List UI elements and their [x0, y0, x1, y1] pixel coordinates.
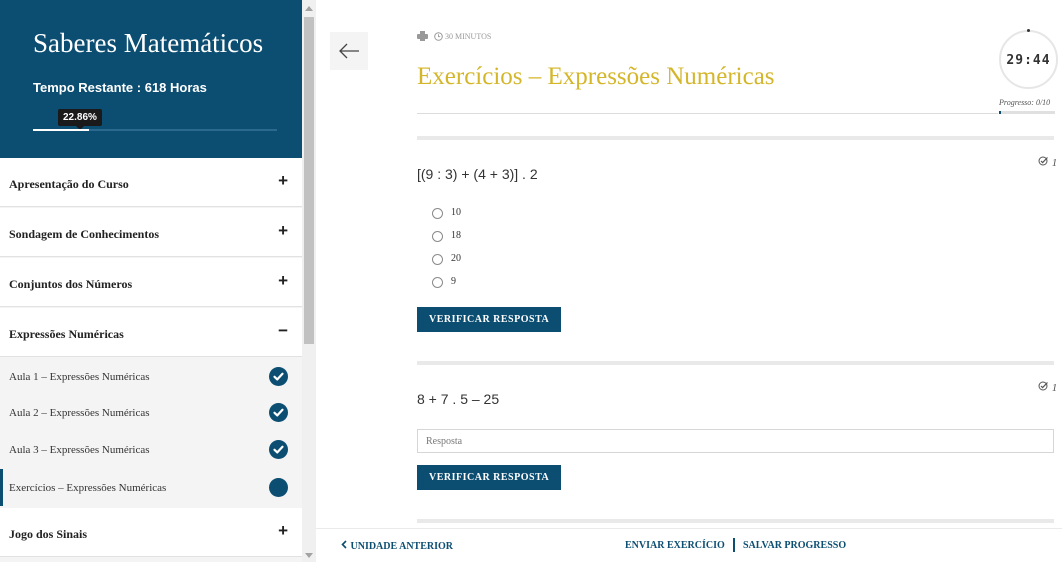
- exercise-meta: 30 MINUTOS: [417, 31, 491, 43]
- timer-indicator: [1027, 29, 1030, 32]
- lesson-label: Aula 2 – Expressões Numéricas: [9, 407, 150, 419]
- arrow-left-icon: [330, 43, 368, 73]
- option-label: 9: [451, 276, 456, 287]
- expand-icon[interactable]: +: [278, 522, 288, 539]
- module-jogo-dos-sinais[interactable]: Jogo dos Sinais +: [0, 508, 302, 557]
- question-2-points: 1: [1038, 381, 1057, 394]
- question-separator: [417, 361, 1054, 365]
- expand-icon[interactable]: +: [278, 222, 288, 239]
- checklist-icon: [1038, 381, 1052, 394]
- radio-button[interactable]: [432, 277, 443, 288]
- lesson-label: Aula 3 – Expressões Numéricas: [9, 444, 150, 456]
- module-label: Sondagem de Conhecimentos: [9, 227, 160, 241]
- time-remaining: Tempo Restante : 618 Horas: [33, 80, 207, 95]
- scroll-down-icon[interactable]: [305, 553, 313, 558]
- save-progress-link[interactable]: SALVAR PROGRESSO: [743, 540, 846, 551]
- expand-icon[interactable]: +: [278, 272, 288, 289]
- option-label: 18: [451, 230, 461, 241]
- exercise-progress-text: Progresso: 0/10: [999, 98, 1051, 107]
- module-label: Jogo dos Sinais: [9, 527, 88, 541]
- course-sidebar: Saberes Matemáticos Tempo Restante : 618…: [0, 0, 302, 562]
- expand-icon[interactable]: +: [278, 172, 288, 189]
- exercise-duration: 30 MINUTOS: [445, 31, 492, 41]
- verify-answer-button[interactable]: VERIFICAR RESPOSTA: [417, 465, 562, 490]
- back-button[interactable]: [330, 32, 368, 70]
- lesson-item[interactable]: Aula 3 – Expressões Numéricas: [0, 431, 302, 468]
- send-exercise-link[interactable]: ENVIAR EXERCÍCIO: [625, 540, 725, 551]
- lesson-item-current[interactable]: Exercícios – Expressões Numéricas: [0, 469, 302, 506]
- lesson-label: Exercícios – Expressões Numéricas: [9, 482, 167, 494]
- footer-nav: UNIDADE ANTERIOR ENVIAR EXERCÍCIO SALVAR…: [316, 528, 1062, 562]
- course-progress-fill: [33, 129, 89, 131]
- checklist-icon: [1038, 156, 1052, 169]
- module-label: Apresentação do Curso: [9, 177, 129, 191]
- countdown-timer: 29:44: [999, 29, 1058, 89]
- check-circle-icon: [269, 403, 288, 422]
- module-label: Conjuntos dos Números: [9, 277, 133, 291]
- verify-answer-button[interactable]: VERIFICAR RESPOSTA: [417, 307, 562, 332]
- clock-icon: [434, 31, 443, 43]
- check-circle-icon: [269, 440, 288, 459]
- chevron-left-icon: [340, 540, 351, 552]
- page-title: Exercícios – Expressões Numéricas: [417, 63, 775, 90]
- question-separator: [417, 136, 1054, 140]
- current-lesson-icon: [269, 478, 288, 497]
- previous-unit-link[interactable]: UNIDADE ANTERIOR: [340, 540, 453, 552]
- scroll-up-icon[interactable]: [305, 6, 313, 11]
- radio-button[interactable]: [432, 231, 443, 242]
- sidebar-scrollbar[interactable]: [302, 0, 316, 562]
- question-2-text: 8 + 7 . 5 – 25: [417, 391, 500, 407]
- module-sondagem[interactable]: Sondagem de Conhecimentos +: [0, 208, 302, 257]
- radio-button[interactable]: [432, 254, 443, 265]
- question-separator: [417, 519, 1054, 523]
- printer-icon[interactable]: [417, 31, 428, 43]
- exercise-progress-bar: [999, 111, 1055, 114]
- collapse-icon[interactable]: −: [278, 322, 288, 339]
- lesson-item[interactable]: Aula 1 – Expressões Numéricas: [0, 358, 302, 395]
- check-circle-icon: [269, 367, 288, 386]
- timer-value: 29:44: [1006, 53, 1051, 68]
- course-title: Saberes Matemáticos: [33, 28, 264, 58]
- lesson-label: Aula 1 – Expressões Numéricas: [9, 371, 150, 383]
- module-expressoes[interactable]: Expressões Numéricas −: [0, 308, 302, 357]
- course-progress-tooltip: 22.86%: [58, 109, 102, 130]
- lesson-item[interactable]: Aula 2 – Expressões Numéricas: [0, 394, 302, 431]
- option-label: 10: [451, 207, 461, 218]
- sidebar-header: Saberes Matemáticos Tempo Restante : 618…: [0, 0, 302, 158]
- module-apresentacao[interactable]: Apresentação do Curso +: [0, 158, 302, 207]
- divider: [733, 538, 735, 552]
- module-conjuntos[interactable]: Conjuntos dos Números +: [0, 258, 302, 307]
- scrollbar-thumb[interactable]: [304, 17, 314, 344]
- divider: [417, 113, 998, 114]
- module-label: Expressões Numéricas: [9, 327, 124, 341]
- course-progress-bar: [33, 129, 277, 131]
- radio-button[interactable]: [432, 208, 443, 219]
- answer-input[interactable]: [417, 429, 1054, 453]
- option-label: 20: [451, 253, 461, 264]
- question-1-text: [(9 : 3) + (4 + 3)] . 2: [417, 166, 538, 182]
- exercise-progress-fill: [999, 111, 1001, 114]
- question-1-points: 1: [1038, 156, 1057, 169]
